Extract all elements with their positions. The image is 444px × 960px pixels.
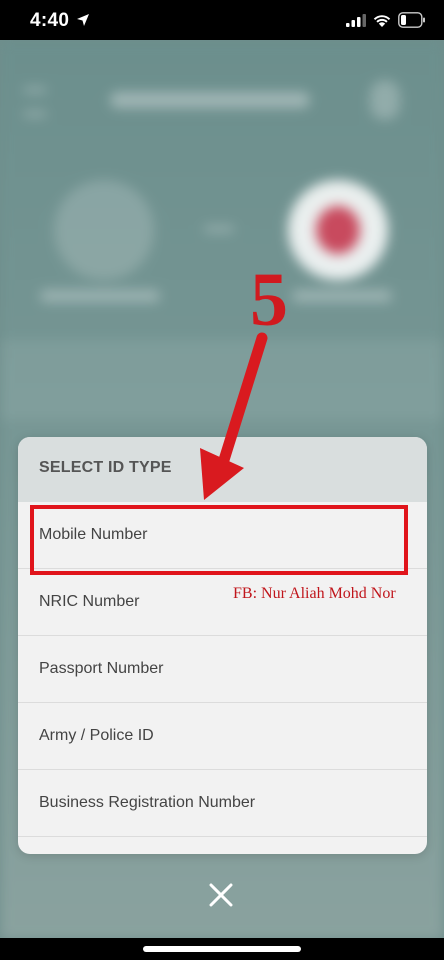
option-label: Army / Police ID (39, 727, 154, 744)
watermark-text: FB: Nur Aliah Mohd Nor (233, 585, 396, 602)
screen: 4:40 SELECT ID TYPE Mobile Number NRIC N… (0, 0, 444, 960)
option-army-police-id[interactable]: Army / Police ID (18, 703, 427, 770)
close-icon[interactable] (204, 878, 238, 912)
background-bank-logo-icon (316, 206, 360, 254)
option-label: Business Registration Number (39, 794, 256, 811)
annotation-step-number: 5 (250, 258, 288, 342)
background-source-label (40, 290, 160, 302)
background-source-circle (54, 180, 154, 280)
sheet-title: SELECT ID TYPE (39, 459, 172, 476)
status-time: 4:40 (30, 10, 70, 31)
annotation-highlight-box (30, 505, 408, 575)
option-label: NRIC Number (39, 593, 140, 610)
battery-icon (398, 12, 425, 28)
option-business-registration-number[interactable]: Business Registration Number (18, 770, 427, 837)
location-arrow-icon (77, 14, 89, 26)
option-label: Passport Number (39, 660, 164, 677)
home-indicator[interactable] (143, 946, 301, 952)
cellular-signal-icon (346, 14, 366, 27)
wifi-icon (373, 15, 391, 27)
annotation-arrow-icon (200, 332, 268, 500)
background-destination-label (292, 290, 392, 302)
background-header-title (110, 92, 310, 108)
option-passport-number[interactable]: Passport Number (18, 636, 427, 703)
background-transfer-dots (204, 226, 234, 232)
background-menu-icon (24, 88, 46, 116)
status-bar: 4:40 (0, 0, 444, 40)
background-user-icon (370, 80, 400, 120)
